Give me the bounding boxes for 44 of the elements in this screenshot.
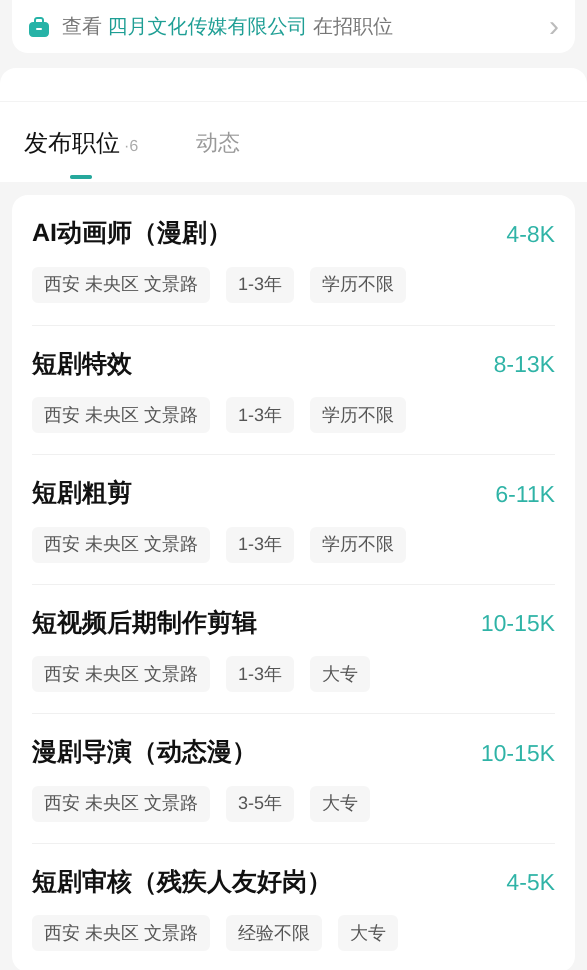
job-tag: 经验不限 <box>226 915 322 951</box>
job-title: 短剧粗剪 <box>32 478 132 509</box>
job-title: 漫剧导演（动态漫） <box>32 737 257 768</box>
job-tag: 西安 未央区 文景路 <box>32 656 210 692</box>
salary: 8-13K <box>494 350 555 379</box>
job-title: 短剧特效 <box>32 348 132 380</box>
job-tag: 1-3年 <box>226 526 294 562</box>
job-title: 短剧审核（残疾人友好岗） <box>32 866 332 898</box>
job-tag: 3-5年 <box>226 786 294 822</box>
job-title: 短视频后期制作剪辑 <box>32 608 257 638</box>
job-tag: 大专 <box>338 915 398 951</box>
job-tag: 大专 <box>310 786 370 822</box>
job-row[interactable]: 短视频后期制作剪辑 10-15K 西安 未央区 文景路 1-3年 大专 <box>32 584 555 713</box>
chevron-icon: › <box>549 12 559 42</box>
tab-count: ·6 <box>124 137 138 157</box>
job-title: AI动画师（漫剧） <box>32 218 232 249</box>
company-jobs-text: 查看 四月文化传媒有限公司 在招职位 <box>62 14 394 40</box>
tab-label: 动态 <box>196 129 240 157</box>
briefcase-icon <box>28 16 50 38</box>
job-tag: 1-3年 <box>226 266 294 302</box>
salary: 6-11K <box>495 480 555 508</box>
job-tag: 西安 未央区 文景路 <box>32 397 210 433</box>
salary: 4-8K <box>506 220 555 248</box>
job-row[interactable]: 短剧审核（残疾人友好岗） 4-5K 西安 未央区 文景路 经验不限 大专 <box>32 842 555 970</box>
salary: 4-5K <box>506 868 555 897</box>
job-tag: 西安 未央区 文景路 <box>32 266 210 302</box>
job-tag: 学历不限 <box>310 526 406 562</box>
salary: 10-15K <box>480 738 555 768</box>
job-tag: 西安 未央区 文景路 <box>32 915 210 951</box>
company-card[interactable]: 查看 四月文化传媒有限公司 在招职位 › <box>12 0 575 53</box>
job-tag: 西安 未央区 文景路 <box>32 526 210 562</box>
job-tag: 西安 未央区 文景路 <box>32 786 210 822</box>
job-tag: 大专 <box>310 656 370 692</box>
job-tag: 学历不限 <box>310 397 406 433</box>
job-row[interactable]: 短剧特效 8-13K 西安 未央区 文景路 1-3年 学历不限 <box>32 324 555 454</box>
job-tag: 学历不限 <box>310 266 406 302</box>
job-row[interactable]: AI动画师（漫剧） 4-8K 西安 未央区 文景路 1-3年 学历不限 <box>32 195 555 324</box>
job-tag: 1-3年 <box>226 397 294 433</box>
salary: 10-15K <box>480 609 555 638</box>
tab-label: 发布职位 <box>24 129 120 159</box>
job-row[interactable]: 漫剧导演（动态漫） 10-15K 西安 未央区 文景路 3-5年 大专 <box>32 713 555 842</box>
job-tag: 1-3年 <box>226 656 294 692</box>
tab[interactable]: 发布职位 ·6 <box>24 102 138 182</box>
job-row[interactable]: 短剧粗剪 6-11K 西安 未央区 文景路 1-3年 学历不限 <box>32 454 555 584</box>
